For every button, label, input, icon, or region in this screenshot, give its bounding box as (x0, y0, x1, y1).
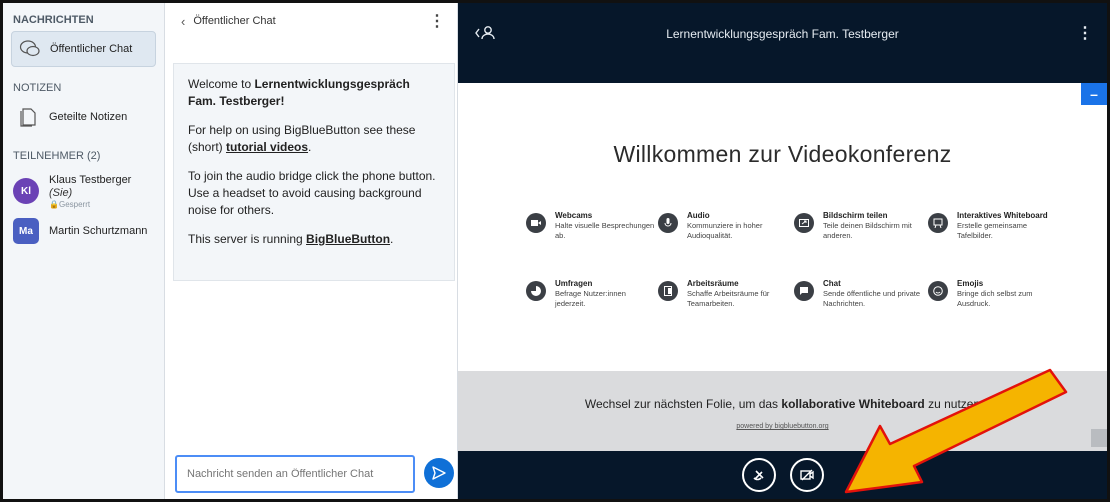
meeting-header: Lernentwicklungsgespräch Fam. Testberger… (458, 3, 1107, 83)
emoji-icon (928, 281, 948, 301)
feature-chat: Chat Sende öffentliche und private Nachri… (794, 279, 924, 308)
avatar: Kl (13, 178, 39, 204)
participant-item[interactable]: Kl Klaus Testberger (Sie) 🔒Gesperrt (3, 171, 164, 211)
bigbluebutton-link[interactable]: BigBlueButton (306, 232, 390, 246)
participant-name: Martin Schurtzmann (49, 224, 148, 237)
lock-icon: 🔒 (49, 199, 59, 209)
chat-icon (794, 281, 814, 301)
feature-audio: Audio Kommunziere in hoher Audioqualität. (658, 211, 788, 240)
share-webcam-button[interactable] (789, 458, 824, 492)
server-line: This server is running BigBlueButton. (188, 232, 394, 246)
footer-text: Wechsel zur nächsten Folie, um das kolla… (584, 397, 981, 411)
meeting-title: Lernentwicklungsgespräch Fam. Testberger (666, 27, 899, 41)
send-button[interactable] (424, 458, 454, 488)
audio-line: To join the audio bridge click the phone… (188, 169, 436, 217)
breakout-icon (658, 281, 678, 301)
feature-whiteboard: Interaktives Whiteboard Erstelle gemeinsa… (928, 211, 1058, 240)
participants-section-title: TEILNEHMER (2) (13, 150, 101, 162)
more-options-icon[interactable]: ⋮ (429, 11, 445, 31)
notes-section-title: NOTIZEN (13, 82, 62, 94)
slide-title: Willkommen zur Videokonferenz (613, 141, 952, 167)
presentation-area: Lernentwicklungsgespräch Fam. Testberger… (458, 3, 1107, 499)
chevron-left-icon[interactable]: ‹ (181, 14, 185, 29)
welcome-line: Welcome to Lernentwicklungsgespräch Fam.… (188, 77, 410, 108)
join-audio-button[interactable] (741, 458, 776, 492)
slide-footer: Wechsel zur nächsten Folie, um das kolla… (458, 371, 1107, 451)
sidebar-item-label: Öffentlicher Chat (50, 43, 133, 55)
fullscreen-icon[interactable] (1091, 429, 1107, 447)
sidebar-item-public-chat[interactable]: Öffentlicher Chat (11, 31, 156, 67)
video-off-icon (799, 469, 814, 481)
participant-status: 🔒Gesperrt (49, 199, 91, 209)
document-icon (17, 105, 41, 129)
microphone-icon (658, 213, 678, 233)
powered-by-link[interactable]: powered by bigbluebutton.org (458, 423, 1107, 430)
chat-header: ‹ Öffentlicher Chat ⋮ (165, 3, 457, 39)
help-line: For help on using BigBlueButton see thes… (188, 123, 416, 154)
minimize-presentation-button[interactable]: – (1081, 83, 1107, 105)
feature-polls: Umfragen Befrage Nutzer:innen jederzeit. (526, 279, 656, 308)
poll-icon (526, 281, 546, 301)
chat-panel: ‹ Öffentlicher Chat ⋮ Welcome to Lernent… (165, 3, 458, 499)
media-controls (458, 451, 1107, 499)
presentation-slide: – Willkommen zur Videokonferenz Webcams H… (458, 83, 1107, 451)
feature-webcams: Webcams Halte visuelle Besprechungen ab. (526, 211, 656, 240)
sidebar: NACHRICHTEN Öffentlicher Chat NOTIZEN Ge… (3, 3, 165, 499)
sidebar-item-shared-notes[interactable]: Geteilte Notizen (11, 99, 156, 135)
messages-section-title: NACHRICHTEN (13, 14, 94, 26)
tutorial-link[interactable]: tutorial videos (226, 140, 308, 154)
welcome-message: Welcome to Lernentwicklungsgespräch Fam.… (173, 63, 455, 281)
sidebar-item-label: Geteilte Notizen (49, 111, 128, 123)
chat-bubbles-icon (18, 37, 42, 61)
screenshare-icon (794, 213, 814, 233)
participant-item[interactable]: Ma Martin Schurtzmann (3, 211, 164, 251)
chat-message-input[interactable] (175, 455, 415, 493)
avatar: Ma (13, 218, 39, 244)
feature-emojis: Emojis Bringe dich selbst zum Ausdruck. (928, 279, 1058, 308)
feature-screenshare: Bildschirm teilen Teile deinen Bildschirm… (794, 211, 924, 240)
send-icon (432, 466, 446, 480)
feature-breakout: Arbeitsräume Schaffe Arbeitsräume für Tea… (658, 279, 788, 308)
participant-name: Klaus Testberger (Sie) (49, 173, 132, 199)
chat-title[interactable]: Öffentlicher Chat (193, 15, 275, 27)
whiteboard-icon (928, 213, 948, 233)
more-options-icon[interactable]: ⋮ (1077, 23, 1093, 43)
audio-off-icon (752, 470, 764, 481)
webcam-icon (526, 213, 546, 233)
